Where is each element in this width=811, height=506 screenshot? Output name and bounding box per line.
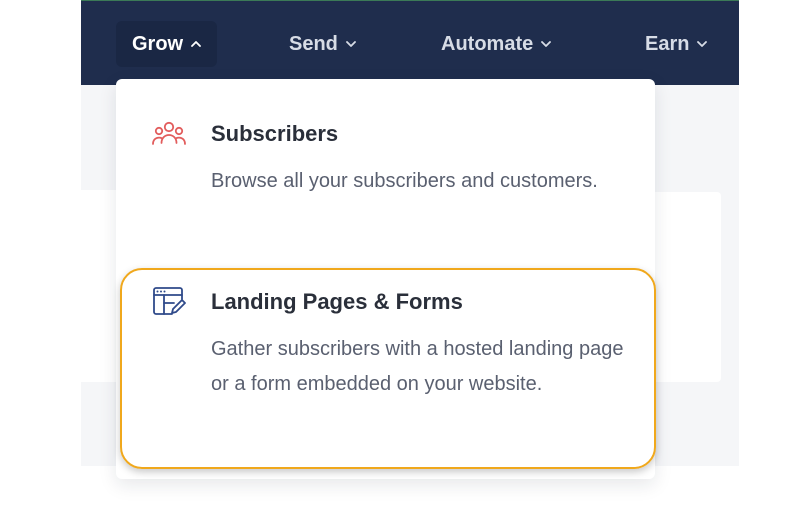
nav-item-grow[interactable]: Grow (116, 21, 218, 67)
nav-item-earn[interactable]: Earn (629, 21, 723, 67)
nav-item-label: Earn (645, 32, 690, 55)
menu-item-description: Gather subscribers with a hosted landing… (211, 338, 624, 395)
landing-page-form-icon (153, 287, 186, 315)
menu-item-description: Browse all your subscribers and customer… (211, 170, 598, 192)
menu-item-title: Landing Pages & Forms (211, 289, 463, 314)
chevron-down-icon (697, 41, 708, 47)
nav-item-label: Automate (441, 32, 534, 55)
nav-item-label: Send (289, 32, 338, 55)
nav-item-label: Grow (132, 32, 184, 55)
nav-item-send[interactable]: Send (273, 21, 372, 67)
menu-item-landing-pages-forms[interactable]: Landing Pages & Forms Gather subscribers… (116, 279, 655, 469)
users-icon (152, 121, 186, 145)
grow-dropdown-menu: Subscribers Browse all your subscribers … (116, 79, 655, 479)
menu-item-title: Subscribers (211, 121, 339, 146)
screenshot-stage: Grow Send Automate Earn Subscribers Brow… (0, 0, 811, 506)
menu-item-subscribers[interactable]: Subscribers Browse all your subscribers … (116, 109, 655, 269)
chevron-down-icon (346, 41, 356, 47)
chevron-down-icon (541, 41, 552, 47)
top-navigation-bar: Grow Send Automate Earn (81, 0, 739, 85)
nav-item-automate[interactable]: Automate (425, 21, 567, 67)
chevron-up-icon (191, 41, 202, 47)
